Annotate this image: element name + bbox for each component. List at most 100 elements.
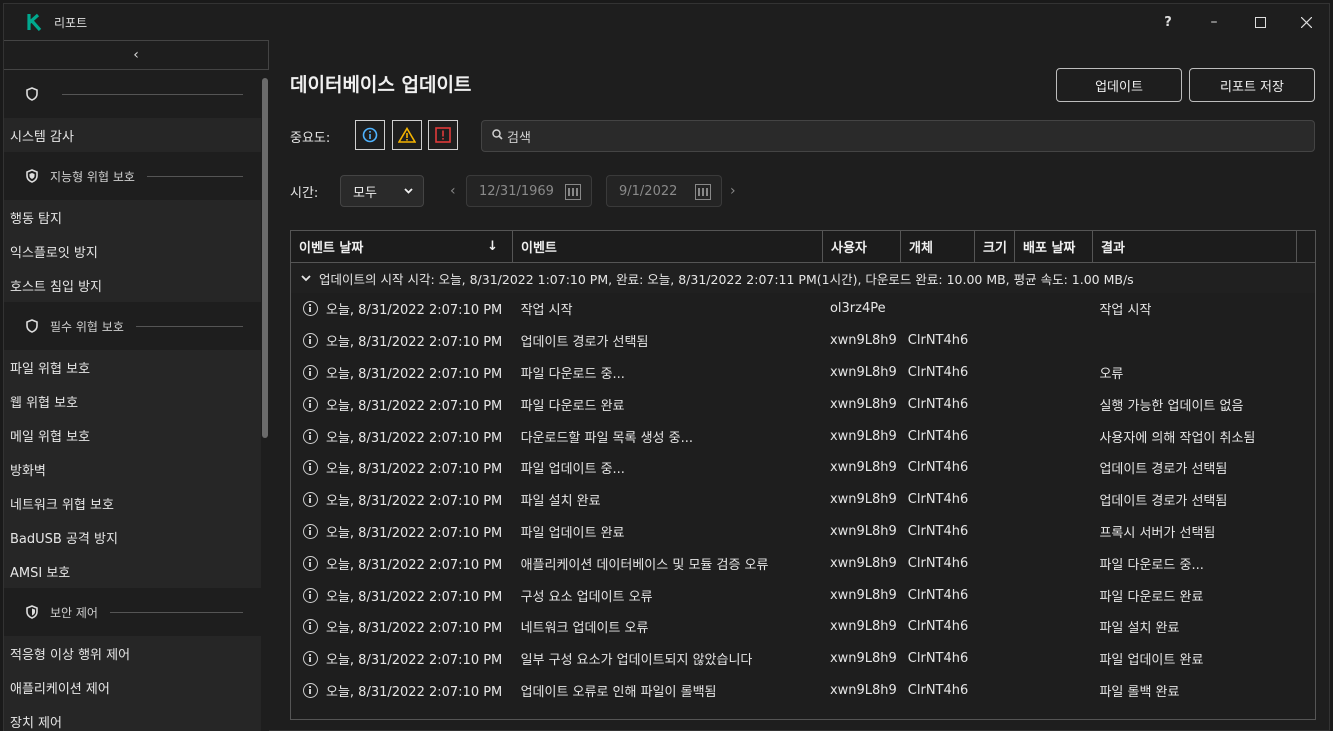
info-icon <box>303 523 318 539</box>
page-title: 데이터베이스 업데이트 <box>290 74 472 96</box>
time-select[interactable]: 모두 <box>340 175 424 207</box>
search-input[interactable]: 검색 <box>481 120 1315 152</box>
chevron-down-icon <box>404 186 413 197</box>
column-header-event-date[interactable]: 이벤트 날짜 ↓ <box>291 231 513 262</box>
user-cell: xwn9L8h9 <box>829 492 897 508</box>
table-row[interactable]: 오늘, 8/31/2022 2:07:10 PM 파일 설치 완료 xwn9L8… <box>291 484 1315 516</box>
table-row[interactable]: 오늘, 8/31/2022 2:07:10 PM 파일 다운로드 완료 xwn9… <box>291 388 1315 420</box>
column-header-event[interactable]: 이벤트 <box>513 231 823 262</box>
object-cell: ClrNT4h6 <box>907 333 969 349</box>
minimize-button[interactable]: – <box>1191 4 1237 40</box>
close-button[interactable] <box>1283 4 1329 40</box>
table-row[interactable]: 오늘, 8/31/2022 2:07:10 PM 업데이트 경로가 선택됨 xw… <box>291 325 1315 357</box>
event-date-cell: 오늘, 8/31/2022 2:07:10 PM <box>291 617 513 636</box>
maximize-button[interactable] <box>1237 4 1283 40</box>
event-cell: 파일 설치 완료 <box>520 494 601 510</box>
section-head-label: 필수 위협 보호 <box>50 319 124 334</box>
divider <box>135 325 243 327</box>
group-summary: 업데이트의 시작 시각: 오늘, 8/31/2022 1:07:10 PM, 완… <box>319 271 1134 287</box>
shield-icon <box>24 318 40 334</box>
date-from-field[interactable]: 12/31/1969 <box>466 175 592 207</box>
date-prev-icon[interactable]: ‹ <box>450 175 456 207</box>
table-row[interactable]: 오늘, 8/31/2022 2:07:10 PM 업데이트 오류로 인해 파일이… <box>291 675 1315 707</box>
table-row[interactable]: 오늘, 8/31/2022 2:07:10 PM 일부 구성 요소가 업데이트되… <box>291 643 1315 675</box>
user-cell: xwn9L8h9 <box>829 333 897 349</box>
section-head-security-controls: 보안 제어 <box>4 588 269 636</box>
result-cell: 업데이트 경로가 선택됨 <box>1099 494 1228 510</box>
date-to-field[interactable]: 9/1/2022 <box>606 175 722 207</box>
table-row[interactable]: 오늘, 8/31/2022 2:07:10 PM 파일 업데이트 중... xw… <box>291 452 1315 484</box>
warning-icon <box>398 127 416 143</box>
event-date-cell: 오늘, 8/31/2022 2:07:10 PM <box>291 331 513 350</box>
calendar-icon <box>695 184 711 200</box>
event-cell: 업데이트 오류로 인해 파일이 롤백됨 <box>520 684 717 700</box>
column-header-size[interactable]: 크기 <box>975 231 1015 262</box>
result-cell: 프록시 서버가 선택됨 <box>1099 525 1216 541</box>
severity-info-toggle[interactable] <box>355 120 385 150</box>
date-next-icon[interactable]: › <box>730 175 736 207</box>
result-cell: 오류 <box>1099 366 1124 382</box>
event-cell: 파일 업데이트 중... <box>520 462 625 478</box>
sidebar-item-system-audit[interactable]: 시스템 감사 <box>4 118 269 152</box>
table-row[interactable]: 오늘, 8/31/2022 2:07:10 PM 구성 요소 업데이트 오류 x… <box>291 579 1315 611</box>
group-row[interactable]: 업데이트의 시작 시각: 오늘, 8/31/2022 1:07:10 PM, 완… <box>291 263 1315 293</box>
sidebar-item-badusb[interactable]: BadUSB 공격 방지 <box>4 520 269 554</box>
help-button[interactable]: ? <box>1145 4 1191 40</box>
column-header-result[interactable]: 결과 <box>1093 231 1297 262</box>
table-row[interactable]: 오늘, 8/31/2022 2:07:10 PM 파일 업데이트 완료 xwn9… <box>291 516 1315 548</box>
info-icon <box>362 127 378 143</box>
object-cell: ClrNT4h6 <box>907 460 969 476</box>
search-icon <box>492 129 503 143</box>
table-header: 이벤트 날짜 ↓ 이벤트 사용자 개체 크기 배포 날짜 결과 <box>291 231 1315 263</box>
column-header-object[interactable]: 개체 <box>901 231 975 262</box>
table-row[interactable]: 오늘, 8/31/2022 2:07:10 PM 작업 시작 ol3rz4Pe … <box>291 293 1315 325</box>
table-row[interactable]: 오늘, 8/31/2022 2:07:10 PM 애플리케이션 데이터베이스 및… <box>291 547 1315 579</box>
event-date-cell: 오늘, 8/31/2022 2:07:10 PM <box>291 458 513 477</box>
main-content: 데이터베이스 업데이트 업데이트 리포트 저장 중요도: 검색 시간: 모두 ‹ <box>270 40 1330 731</box>
object-cell: ClrNT4h6 <box>907 364 969 380</box>
column-header-user[interactable]: 사용자 <box>823 231 901 262</box>
table-row[interactable]: 오늘, 8/31/2022 2:07:10 PM 다운로드할 파일 목록 생성 … <box>291 420 1315 452</box>
sidebar-item-application-control[interactable]: 애플리케이션 제어 <box>4 670 269 704</box>
event-cell: 애플리케이션 데이터베이스 및 모듈 검증 오류 <box>520 557 769 573</box>
result-cell: 작업 시작 <box>1099 303 1152 319</box>
object-cell: ClrNT4h6 <box>907 682 969 698</box>
app-window: 리포트 ? – ‹ 시스템 감사 지능형 위협 보호 행동 탐지 익스플로잇 방… <box>3 3 1330 731</box>
date-from-value: 12/31/1969 <box>479 183 554 199</box>
date-to-value: 9/1/2022 <box>619 183 678 199</box>
event-cell: 일부 구성 요소가 업데이트되지 않았습니다 <box>520 653 753 669</box>
sidebar-item-amsi[interactable]: AMSI 보호 <box>4 554 269 588</box>
sidebar-item-file-threat[interactable]: 파일 위협 보호 <box>4 350 269 384</box>
column-header-release-date[interactable]: 배포 날짜 <box>1015 231 1093 262</box>
event-cell: 네트워크 업데이트 오류 <box>520 621 649 637</box>
sidebar-scrollbar-thumb[interactable] <box>262 78 268 438</box>
table-row[interactable]: 오늘, 8/31/2022 2:07:10 PM 파일 다운로드 중... xw… <box>291 357 1315 389</box>
time-select-value: 모두 <box>353 185 377 201</box>
sidebar-item-mail-threat[interactable]: 메일 위협 보호 <box>4 418 269 452</box>
object-cell: ClrNT4h6 <box>907 523 969 539</box>
info-icon <box>303 619 318 635</box>
severity-error-toggle[interactable] <box>428 120 458 150</box>
severity-warning-toggle[interactable] <box>392 120 422 150</box>
result-cell: 파일 업데이트 완료 <box>1099 653 1204 669</box>
info-icon <box>303 555 318 571</box>
sidebar-item-host-intrusion[interactable]: 호스트 침입 방지 <box>4 268 269 302</box>
sidebar-item-firewall[interactable]: 방화벽 <box>4 452 269 486</box>
event-date-cell: 오늘, 8/31/2022 2:07:10 PM <box>291 554 513 573</box>
sidebar-item-device-control[interactable]: 장치 제어 <box>4 704 269 731</box>
user-cell: xwn9L8h9 <box>829 682 897 698</box>
table-row[interactable]: 오늘, 8/31/2022 2:07:10 PM 네트워크 업데이트 오류 xw… <box>291 611 1315 643</box>
event-cell: 파일 업데이트 완료 <box>520 525 625 541</box>
sidebar-collapse-button[interactable]: ‹ <box>4 40 269 70</box>
shield-icon <box>24 86 40 102</box>
sidebar-item-web-threat[interactable]: 웹 위협 보호 <box>4 384 269 418</box>
update-button[interactable]: 업데이트 <box>1056 68 1182 102</box>
sidebar-item-exploit-prevention[interactable]: 익스플로잇 방지 <box>4 234 269 268</box>
sidebar-item-adaptive-anomaly[interactable]: 적응형 이상 행위 제어 <box>4 636 269 670</box>
sidebar-item-network-threat[interactable]: 네트워크 위협 보호 <box>4 486 269 520</box>
section-head-essential: 필수 위협 보호 <box>4 302 269 350</box>
sidebar-item-behavior-detection[interactable]: 행동 탐지 <box>4 200 269 234</box>
info-icon <box>303 396 318 412</box>
object-cell: ClrNT4h6 <box>907 396 969 412</box>
save-report-button[interactable]: 리포트 저장 <box>1189 68 1315 102</box>
